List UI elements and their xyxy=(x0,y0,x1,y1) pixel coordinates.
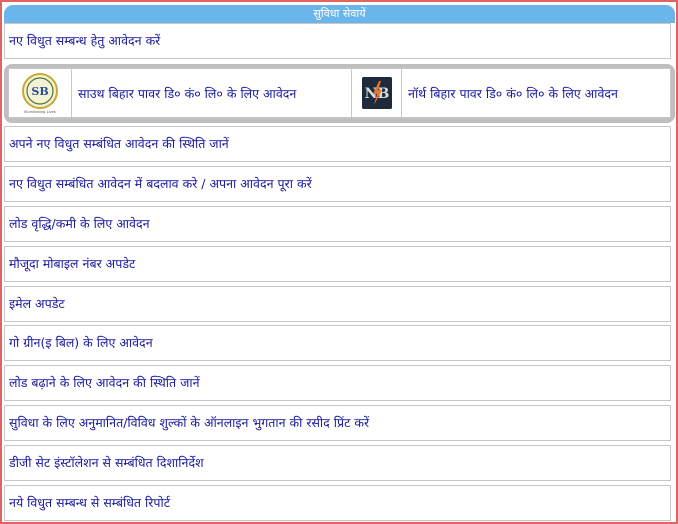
sbpdcl-logo-caption: Illuminating Lives xyxy=(24,110,56,114)
service-link-modify-application[interactable]: नए विधुत सम्बंधित आवेदन में बदलाव करे / … xyxy=(4,166,671,202)
service-link-mobile-update[interactable]: मौजूदा मोबाइल नंबर अपडेट xyxy=(4,246,671,282)
service-link-label: मौजूदा मोबाइल नंबर अपडेट xyxy=(9,256,136,271)
new-connection-link[interactable]: नए विधुत सम्बन्ध हेतु आवेदन करें xyxy=(4,23,671,59)
service-link-label: लोड वृद्धि/कमी के लिए आवेदन xyxy=(9,216,150,231)
service-link-label: नए विधुत सम्बंधित आवेदन में बदलाव करे / … xyxy=(9,176,312,191)
service-link-dg-set-guidelines[interactable]: डीजी सेट इंस्टॉलेशन से सम्बंधित दिशानिर्… xyxy=(4,445,671,481)
discom-table: SB Illuminating Lives साउथ बिहार पावर डि… xyxy=(8,68,671,118)
service-link-label: सुविधा के लिए अनुमानित/विविध शुल्कों के … xyxy=(9,415,370,430)
service-link-print-receipt[interactable]: सुविधा के लिए अनुमानित/विविध शुल्कों के … xyxy=(4,405,671,441)
nbpdcl-apply-label: नॉर्थ बिहार पावर डि० कं० लि० के लिए आवेद… xyxy=(408,85,618,101)
service-link-connection-report[interactable]: नये विधुत सम्बन्ध से सम्बंधित रिपोर्ट xyxy=(4,485,671,521)
sbpdcl-apply-label: साउथ बिहार पावर डि० कं० लि० के लिए आवेदन xyxy=(78,85,297,101)
sbpdcl-apply-link[interactable]: साउथ बिहार पावर डि० कं० लि० के लिए आवेदन xyxy=(72,69,352,117)
nbpdcl-apply-link[interactable]: नॉर्थ बिहार पावर डि० कं० लि० के लिए आवेद… xyxy=(402,69,670,117)
nbpdcl-logo: NB xyxy=(361,77,392,109)
service-link-email-update[interactable]: इमेल अपडेट xyxy=(4,286,671,322)
service-link-label: डीजी सेट इंस्टॉलेशन से सम्बंधित दिशानिर्… xyxy=(9,455,204,470)
service-link-load-change[interactable]: लोड वृद्धि/कमी के लिए आवेदन xyxy=(4,206,671,242)
services-panel: सुविधा सेवायें नए विधुत सम्बन्ध हेतु आवे… xyxy=(0,0,678,524)
service-link-label: अपने नए विधुत सम्बंधित आवेदन की स्थिति ज… xyxy=(9,136,229,151)
nbpdcl-logo-cell[interactable]: NB xyxy=(352,69,402,117)
service-link-go-green[interactable]: गो ग्रीन(इ बिल) के लिए आवेदन xyxy=(4,325,671,361)
service-link-label: नये विधुत सम्बन्ध से सम्बंधित रिपोर्ट xyxy=(9,495,170,510)
sbpdcl-logo: SB Illuminating Lives xyxy=(22,73,58,114)
service-link-load-status[interactable]: लोड बढ़ाने के लिए आवेदन की स्थिति जानें xyxy=(4,365,671,401)
service-link-label: इमेल अपडेट xyxy=(9,296,65,311)
sbpdcl-logo-cell[interactable]: SB Illuminating Lives xyxy=(9,69,72,117)
service-link-application-status[interactable]: अपने नए विधुत सम्बंधित आवेदन की स्थिति ज… xyxy=(4,126,671,162)
panel-header: सुविधा सेवायें xyxy=(4,5,675,23)
discom-selector: SB Illuminating Lives साउथ बिहार पावर डि… xyxy=(4,64,675,123)
sbpdcl-logo-text: SB xyxy=(31,85,48,98)
service-link-label: गो ग्रीन(इ बिल) के लिए आवेदन xyxy=(9,335,153,350)
service-link-label: लोड बढ़ाने के लिए आवेदन की स्थिति जानें xyxy=(9,375,200,390)
new-connection-label: नए विधुत सम्बन्ध हेतु आवेदन करें xyxy=(9,33,161,48)
